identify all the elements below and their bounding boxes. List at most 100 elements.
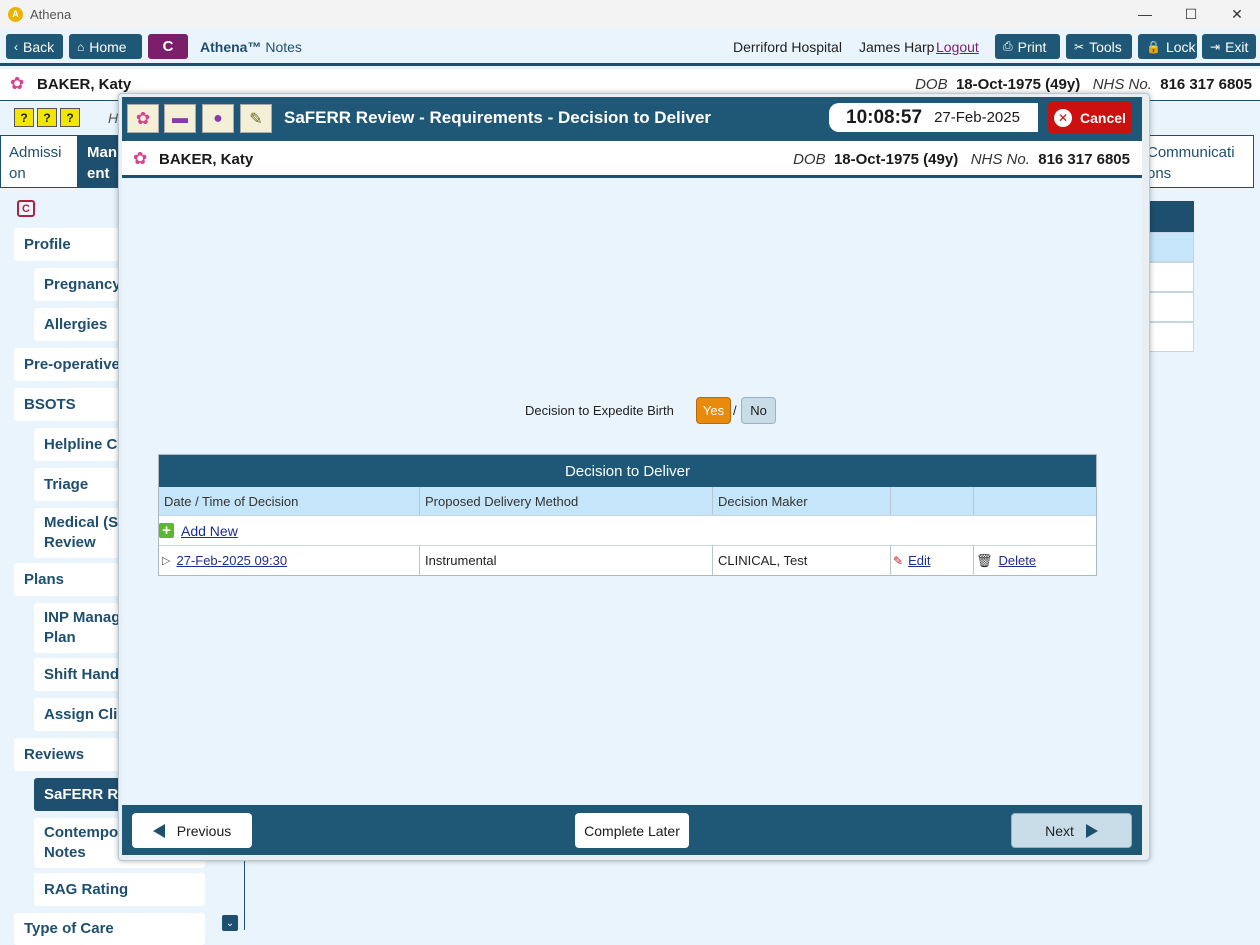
printer-icon: ⎙ bbox=[1003, 39, 1013, 53]
flower-icon[interactable]: ✿ bbox=[127, 104, 159, 133]
flower-glyph: ✿ bbox=[135, 108, 151, 128]
print-button[interactable]: ⎙ Print bbox=[995, 34, 1060, 59]
exit-button[interactable]: ⇥ Exit bbox=[1202, 34, 1256, 59]
window-controls: — ☐ ✕ bbox=[1122, 0, 1260, 28]
next-button[interactable]: Next bbox=[1011, 813, 1132, 848]
next-label: Next bbox=[1045, 822, 1074, 839]
arrow-right-icon bbox=[1085, 823, 1098, 838]
brand-suffix: Notes bbox=[261, 39, 302, 55]
help-icon[interactable]: ? bbox=[37, 108, 57, 127]
person-icon[interactable]: ● bbox=[202, 104, 234, 133]
nhs-label: NHS No. bbox=[1092, 76, 1152, 93]
strip-partial-text: H bbox=[108, 110, 119, 126]
tab-admission[interactable]: Admissi on bbox=[0, 135, 78, 188]
expedite-birth-label: Decision to Expedite Birth bbox=[525, 403, 674, 418]
brand-name: Athena™ bbox=[200, 39, 262, 55]
lock-label: Lock bbox=[1165, 38, 1196, 55]
lock-button[interactable]: 🔒 Lock bbox=[1138, 34, 1197, 59]
athena-logo-icon: A bbox=[8, 6, 23, 22]
edit-link[interactable]: Edit bbox=[908, 553, 930, 568]
cell-method: Instrumental bbox=[420, 546, 713, 575]
scroll-down-button[interactable]: ⌄ bbox=[222, 915, 238, 931]
yes-button[interactable]: Yes bbox=[696, 397, 731, 424]
sidebar-item-type-of-care[interactable]: Type of Care bbox=[14, 913, 205, 945]
patient-name: BAKER, Katy bbox=[159, 151, 254, 168]
dob-label: DOB bbox=[915, 76, 948, 93]
column-header-decision-maker: Decision Maker bbox=[713, 487, 891, 515]
clock-display: 10:08:57 27-Feb-2025 bbox=[829, 103, 1038, 132]
column-header-edit bbox=[891, 487, 974, 515]
table-title: Decision to Deliver bbox=[159, 455, 1096, 487]
user-name: James Harp bbox=[859, 39, 935, 55]
plus-icon[interactable]: + bbox=[159, 522, 174, 539]
back-label: Back bbox=[23, 38, 55, 55]
cancel-label: Cancel bbox=[1080, 109, 1126, 126]
patient-flower-icon: ✿ bbox=[10, 74, 25, 93]
home-label: Home bbox=[89, 38, 127, 55]
yes-no-separator: / bbox=[733, 403, 737, 418]
patient-details: DOB 18-Oct-1975 (49y) NHS No. 816 317 68… bbox=[793, 151, 1130, 168]
nhs-value: 816 317 6805 bbox=[1038, 151, 1130, 168]
patient-name: BAKER, Katy bbox=[37, 76, 132, 93]
column-header-date: Date / Time of Decision bbox=[159, 487, 420, 515]
exit-icon: ⇥ bbox=[1210, 39, 1221, 54]
logout-link[interactable]: Logout bbox=[936, 39, 979, 55]
modal-patient-banner: ✿ BAKER, Katy DOB 18-Oct-1975 (49y) NHS … bbox=[122, 141, 1142, 178]
help-icon[interactable]: ? bbox=[14, 108, 34, 127]
dob-value: 18-Oct-1975 (49y) bbox=[833, 151, 959, 168]
tools-label: Tools bbox=[1089, 38, 1122, 55]
pencil-icon[interactable]: ✎ bbox=[893, 554, 903, 568]
tools-button[interactable]: ✂ Tools bbox=[1066, 34, 1132, 59]
trash-icon[interactable]: 🗑 bbox=[976, 553, 993, 569]
add-new-row: + Add New bbox=[159, 515, 1096, 545]
clock-date: 27-Feb-2025 bbox=[934, 109, 1020, 126]
tab-communications[interactable]: Communicati ons bbox=[1138, 135, 1254, 188]
patient-details: DOB 18-Oct-1975 (49y) NHS No. 816 317 68… bbox=[915, 76, 1252, 93]
minimize-button[interactable]: — bbox=[1122, 0, 1168, 28]
previous-label: Previous bbox=[176, 822, 232, 839]
decision-to-deliver-table: Decision to Deliver Date / Time of Decis… bbox=[158, 454, 1097, 576]
home-button[interactable]: ⌂ Home bbox=[69, 34, 142, 59]
notes-icon[interactable]: ✎ bbox=[240, 104, 272, 133]
no-button[interactable]: No bbox=[741, 397, 776, 424]
tools-icon: ✂ bbox=[1074, 39, 1085, 54]
window-title: Athena bbox=[30, 6, 72, 22]
top-navigation: ‹ Back ⌂ Home C Athena™ Notes Derriford … bbox=[0, 28, 1260, 66]
nhs-label: NHS No. bbox=[970, 151, 1030, 168]
cancel-button[interactable]: ✕ Cancel bbox=[1048, 101, 1132, 134]
column-header-delete bbox=[974, 487, 1096, 515]
arrow-left-icon bbox=[152, 823, 165, 838]
medication-icon[interactable]: ▬ bbox=[164, 104, 196, 133]
maximize-button[interactable]: ☐ bbox=[1168, 0, 1214, 28]
nhs-value: 816 317 6805 bbox=[1160, 76, 1252, 93]
c-icon[interactable]: C bbox=[17, 200, 35, 217]
help-icon[interactable]: ? bbox=[60, 108, 80, 127]
sidebar-item-rag-rating[interactable]: RAG Rating bbox=[34, 873, 205, 906]
back-button[interactable]: ‹ Back bbox=[6, 34, 63, 59]
close-window-button[interactable]: ✕ bbox=[1214, 0, 1260, 28]
tab-management[interactable]: Man ent bbox=[78, 135, 123, 188]
expand-triangle-icon[interactable]: ▷ bbox=[162, 554, 170, 567]
print-label: Print bbox=[1017, 38, 1047, 55]
patient-flower-icon: ✿ bbox=[133, 149, 148, 168]
dob-label: DOB bbox=[793, 151, 826, 168]
cell-decision-maker: CLINICAL, Test bbox=[713, 546, 891, 575]
dob-value: 18-Oct-1975 (49y) bbox=[955, 76, 1081, 93]
decision-date-link[interactable]: 27-Feb-2025 09:30 bbox=[176, 553, 287, 568]
cell-delete: 🗑 Delete bbox=[974, 546, 1096, 575]
table-header-row: Date / Time of Decision Proposed Deliver… bbox=[159, 487, 1096, 515]
brand-title: Athena™ Notes bbox=[200, 39, 302, 55]
cell-date: ▷ 27-Feb-2025 09:30 bbox=[159, 546, 420, 575]
c-badge-button[interactable]: C bbox=[148, 34, 188, 59]
home-icon: ⌂ bbox=[77, 39, 85, 54]
chevron-left-icon: ‹ bbox=[14, 39, 18, 54]
close-icon: ✕ bbox=[1054, 108, 1073, 127]
complete-later-button[interactable]: Complete Later bbox=[575, 813, 689, 848]
delete-link[interactable]: Delete bbox=[999, 553, 1037, 568]
add-new-link[interactable]: Add New bbox=[181, 523, 238, 539]
exit-label: Exit bbox=[1225, 38, 1249, 55]
column-header-method: Proposed Delivery Method bbox=[420, 487, 713, 515]
divider bbox=[244, 855, 245, 930]
previous-button[interactable]: Previous bbox=[132, 813, 252, 848]
table-row: ▷ 27-Feb-2025 09:30 Instrumental CLINICA… bbox=[159, 545, 1096, 575]
